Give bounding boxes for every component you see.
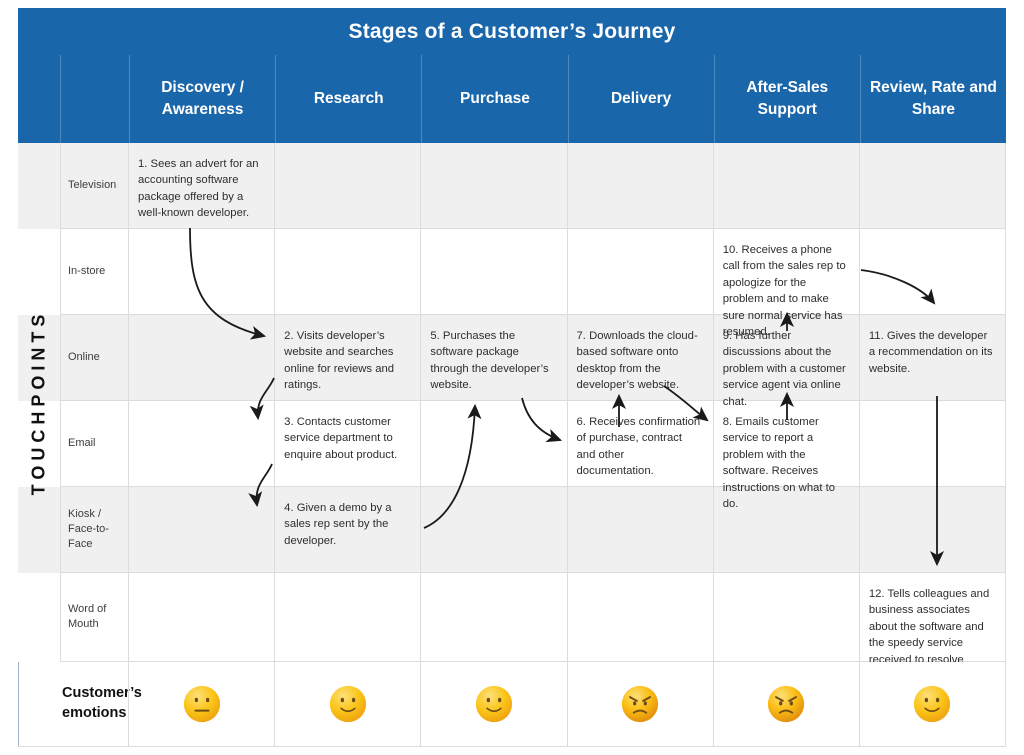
- cell-television-discovery: 1. Sees an advert for an accounting soft…: [128, 143, 275, 229]
- stage-header-review: Review, Rate and Share: [859, 55, 1007, 143]
- cell-online-after-sales: 9. Has further discussions about the pro…: [712, 315, 859, 408]
- cell-online-discovery: [128, 315, 275, 401]
- touchpoint-label-television: Television: [60, 143, 128, 229]
- neutral-face-icon: [183, 685, 220, 723]
- touchpoint-label-in-store: In-store: [60, 229, 128, 315]
- table-row: Online 2. Visits developer’s website and…: [18, 315, 1007, 408]
- stage-header-discovery: Discovery / Awareness: [129, 55, 276, 143]
- cell-television-delivery: [566, 143, 713, 229]
- row-gutter: [18, 229, 60, 315]
- cell-email-after-sales: 8. Emails customer service to report a p…: [712, 401, 859, 510]
- cell-online-research: 2. Visits developer’s website and search…: [274, 315, 421, 401]
- cell-kiosk-purchase: [420, 487, 567, 573]
- customer-journey-map: Stages of a Customer’s Journey Discovery…: [0, 0, 1024, 755]
- cell-television-after-sales: [712, 143, 859, 229]
- journey-grid: Television 1. Sees an advert for an acco…: [18, 143, 1007, 682]
- table-row: Word of Mouth 12. Tells colleagues and b…: [18, 573, 1007, 682]
- row-gutter: [18, 573, 60, 662]
- cell-television-research: [274, 143, 421, 229]
- cell-email-discovery: [128, 401, 275, 487]
- slightly-smiling-face-icon: [475, 685, 513, 723]
- row-gutter: [18, 315, 60, 401]
- cell-in-store-after-sales: 10. Receives a phone call from the sales…: [712, 229, 859, 338]
- cell-kiosk-delivery: [566, 487, 713, 573]
- cell-word-of-mouth-purchase: [420, 573, 567, 662]
- table-row: In-store 10. Receives a phone call from …: [18, 229, 1007, 338]
- cell-word-of-mouth-research: [274, 573, 421, 662]
- stage-header-delivery: Delivery: [567, 55, 714, 143]
- cell-email-research: 3. Contacts customer service department …: [274, 401, 421, 487]
- customer-emotions-row: Customer’s emotions: [18, 662, 1007, 747]
- cell-kiosk-after-sales: [712, 487, 859, 573]
- touchpoint-label-online: Online: [60, 315, 128, 401]
- stage-header-row: Discovery / Awareness Research Purchase …: [18, 55, 1007, 143]
- slightly-smiling-face-icon: [329, 685, 366, 723]
- table-row: Email 3. Contacts customer service depar…: [18, 401, 1007, 510]
- cell-online-purchase: 5. Purchases the software package throug…: [420, 315, 567, 401]
- page-title: Stages of a Customer’s Journey: [348, 19, 676, 43]
- touchpoint-label-word-of-mouth: Word of Mouth: [60, 573, 128, 662]
- cell-television-review: [858, 143, 1007, 229]
- cell-email-purchase: [420, 401, 567, 487]
- row-gutter: [18, 487, 60, 573]
- cell-in-store-review: [858, 229, 1007, 315]
- cell-kiosk-discovery: [128, 487, 275, 573]
- header-gutter: [18, 55, 60, 143]
- cell-in-store-delivery: [566, 229, 713, 315]
- touchpoint-label-kiosk: Kiosk / Face-to-Face: [60, 487, 128, 573]
- table-row: Television 1. Sees an advert for an acco…: [18, 143, 1007, 229]
- row-gutter: [18, 401, 60, 487]
- touchpoint-label-email: Email: [60, 401, 128, 487]
- emotion-cell-purchase: [420, 662, 566, 746]
- cell-in-store-discovery: [128, 229, 275, 315]
- slightly-smiling-face-icon: [914, 685, 951, 723]
- emotion-cell-review: [858, 662, 1007, 746]
- emotion-cell-discovery: [128, 662, 274, 746]
- cell-in-store-purchase: [420, 229, 567, 315]
- stage-header-research: Research: [275, 55, 422, 143]
- cell-kiosk-review: [858, 487, 1007, 573]
- row-gutter: [18, 143, 60, 229]
- cell-email-delivery: 6. Receives confirmation of purchase, co…: [566, 401, 713, 487]
- table-row: Kiosk / Face-to-Face 4. Given a demo by …: [18, 487, 1007, 573]
- emotion-cell-research: [274, 662, 420, 746]
- cell-television-purchase: [420, 143, 567, 229]
- chart-title-bar: Stages of a Customer’s Journey: [18, 8, 1006, 55]
- emotion-cell-after-sales: [712, 662, 859, 746]
- cell-online-delivery: 7. Downloads the cloud-based software on…: [566, 315, 713, 401]
- cell-email-review: [858, 401, 1007, 487]
- emotion-cell-delivery: [566, 662, 713, 746]
- angry-face-icon: [621, 685, 659, 723]
- emotions-gutter: [18, 662, 60, 746]
- cell-word-of-mouth-discovery: [128, 573, 275, 662]
- cell-word-of-mouth-delivery: [566, 573, 713, 662]
- stage-header-purchase: Purchase: [421, 55, 568, 143]
- emotions-row-title: Customer’s emotions: [62, 685, 142, 721]
- cell-in-store-research: [274, 229, 421, 315]
- stage-header-after-sales: After-Sales Support: [713, 55, 860, 143]
- header-touchpoint-corner: [60, 55, 129, 143]
- cell-word-of-mouth-review: 12. Tells colleagues and business associ…: [858, 573, 1007, 682]
- cell-online-review: 11. Gives the developer a recommendation…: [858, 315, 1007, 401]
- angry-face-icon: [768, 685, 805, 723]
- cell-kiosk-research: 4. Given a demo by a sales rep sent by t…: [274, 487, 421, 573]
- cell-word-of-mouth-after-sales: [712, 573, 859, 662]
